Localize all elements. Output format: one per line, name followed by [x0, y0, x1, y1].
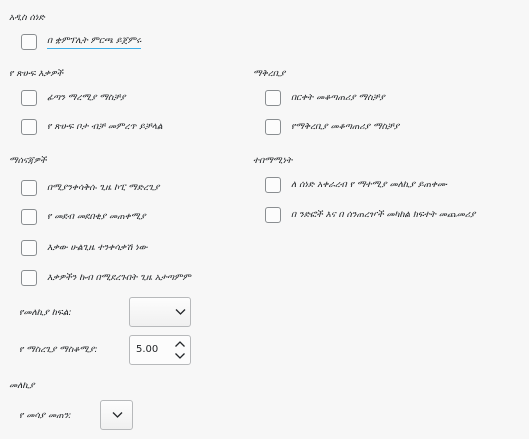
copy-when-moving-checkbox[interactable] [21, 180, 37, 196]
section-title-text-objects: የ ጽሁፍ እቃዎች [9, 69, 63, 79]
objects-always-movable-checkbox[interactable] [21, 240, 37, 256]
do-not-distort-label: እቃዎችን ኩብ በሚደረጉበት ጊዜ አታጣምም [47, 273, 191, 283]
checkbox-row-start-with-template[interactable]: በ ቋምፕሊት ምርጫ ይጀምሩ [21, 34, 142, 50]
section-title-compatibility: ተበማሚነት [253, 156, 293, 166]
select-text-area-only-label: የ ጽሁፍ ቦታ ብቻ መምረጥ ይቻላል [47, 122, 163, 132]
chevron-down-icon[interactable] [174, 352, 186, 360]
remote-control-checkbox[interactable] [265, 90, 281, 106]
presenter-console-label: የማቅረቢያ መቆጣጠሪያ ማስቻያ [291, 122, 400, 132]
add-spacing-checkbox[interactable] [265, 207, 281, 223]
checkbox-row-copy-when-moving[interactable]: በሚያንቀሳቅሱ ጊዜ ኮፒ ማድረጊያ [21, 180, 159, 196]
checkbox-row-printer-metrics[interactable]: ለ ሰነድ አቀራረብ የ ማተሚያ መለኪያ ይጠቀሙ [265, 177, 447, 193]
checkbox-row-objects-always-movable[interactable]: እቃው ሁልጊዜ ተንቀሳቃሽ ነው [21, 240, 147, 256]
copy-when-moving-label: በሚያንቀሳቅሱ ጊዜ ኮፒ ማድረጊያ [47, 183, 160, 193]
unit-of-measurement-label: የመለኪያ ከፍል: [19, 308, 72, 318]
section-title-scale: መለኪያ [9, 381, 35, 391]
tab-stops-value: 5.00 [136, 344, 159, 355]
unit-of-measurement-combo[interactable] [129, 297, 191, 327]
tab-stops-spinbox[interactable]: 5.00 [129, 335, 191, 365]
chevron-down-icon [112, 412, 123, 418]
use-background-cache-label: የ መደብ መደበቂያ መጠቀሚያ [47, 212, 146, 222]
start-with-template-label: በ ቋምፕሊት ምርጫ ይጀምሩ [47, 36, 142, 49]
printer-metrics-checkbox[interactable] [265, 177, 281, 193]
tab-stops-label: የ ማስረጊያ ማስቆሚያ: [19, 345, 98, 355]
checkbox-row-presenter-console[interactable]: የማቅረቢያ መቆጣጠሪያ ማስቻያ [265, 119, 399, 135]
chevron-up-icon[interactable] [174, 340, 186, 348]
section-title-new-document: አዲስ ሰነድ [9, 13, 45, 23]
drawing-scale-combo[interactable] [100, 400, 133, 430]
chevron-down-icon [175, 309, 186, 315]
add-spacing-label: በ ንድፎች እና በ ሰንጠረዦች መካከል ክፍተት መጨመሪያ [291, 210, 476, 220]
checkbox-row-do-not-distort[interactable]: እቃዎችን ኩብ በሚደረጉበት ጊዜ አታጣምም [21, 270, 191, 286]
quick-edit-checkbox[interactable] [21, 90, 37, 106]
drawing-scale-label: የ መሳያ መጠን: [19, 411, 72, 421]
remote-control-label: በርቀት መቆጣጠሪያ ማስቻያ [291, 93, 385, 103]
select-text-area-only-checkbox[interactable] [21, 119, 37, 135]
section-title-settings: ማሰናጃዎች [9, 156, 47, 166]
start-with-template-checkbox[interactable] [21, 34, 37, 50]
checkbox-row-use-background-cache[interactable]: የ መደብ መደበቂያ መጠቀሚያ [21, 209, 146, 225]
checkbox-row-remote-control[interactable]: በርቀት መቆጣጠሪያ ማስቻያ [265, 90, 385, 106]
presenter-console-checkbox[interactable] [265, 119, 281, 135]
checkbox-row-add-spacing[interactable]: በ ንድፎች እና በ ሰንጠረዦች መካከል ክፍተት መጨመሪያ [265, 207, 475, 223]
printer-metrics-label: ለ ሰነድ አቀራረብ የ ማተሚያ መለኪያ ይጠቀሙ [291, 180, 447, 190]
checkbox-row-select-text-area-only[interactable]: የ ጽሁፍ ቦታ ብቻ መምረጥ ይቻላል [21, 119, 163, 135]
checkbox-row-quick-edit[interactable]: ፊጣን ማረሚያ ማስቻያ [21, 90, 126, 106]
use-background-cache-checkbox[interactable] [21, 209, 37, 225]
objects-always-movable-label: እቃው ሁልጊዜ ተንቀሳቃሽ ነው [47, 243, 148, 253]
quick-edit-label: ፊጣን ማረሚያ ማስቻያ [47, 93, 126, 103]
section-title-presentation: ማቅረቢያ [253, 69, 286, 79]
do-not-distort-checkbox[interactable] [21, 270, 37, 286]
